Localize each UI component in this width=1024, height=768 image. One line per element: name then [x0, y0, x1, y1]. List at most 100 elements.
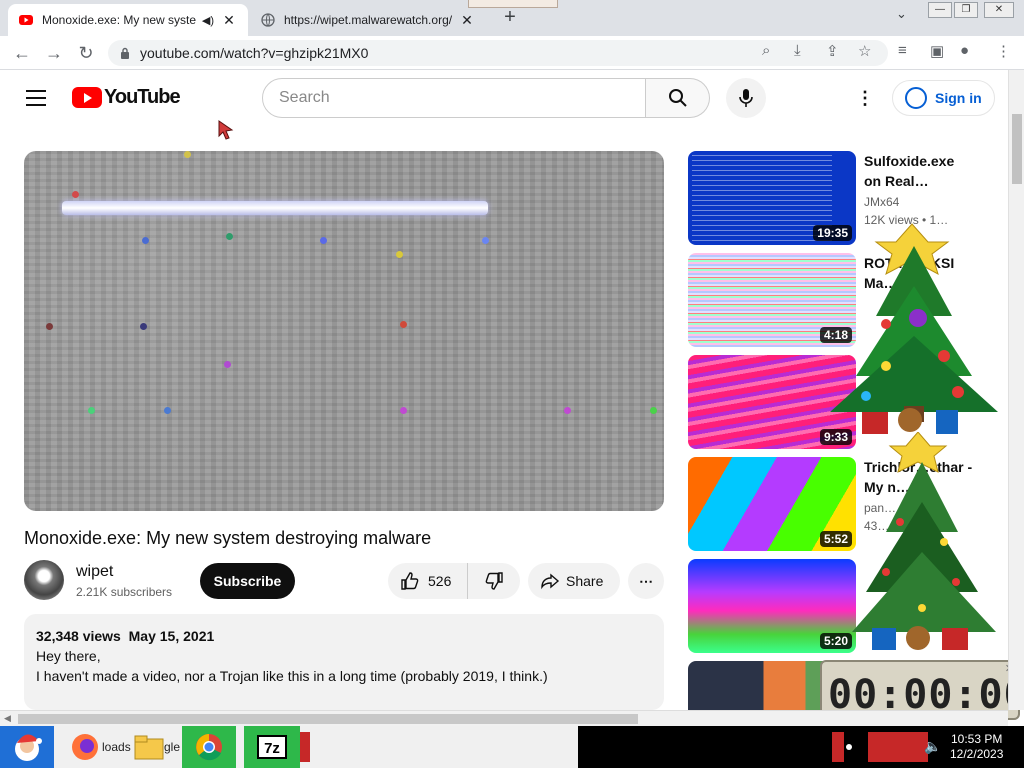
- taskbar-label: gle: [164, 740, 181, 754]
- description-line: I haven't made a video, nor a Trojan lik…: [36, 668, 548, 684]
- glitch-dot: [320, 237, 327, 244]
- description-meta: 32,348 views May 15, 2021: [36, 626, 652, 646]
- voice-search-button[interactable]: [726, 78, 766, 118]
- tab-search-chevron-icon[interactable]: ⌄: [896, 6, 907, 22]
- vertical-scrollbar[interactable]: [1008, 70, 1024, 710]
- share-button[interactable]: Share: [528, 563, 620, 599]
- reload-icon[interactable]: ↻: [74, 41, 98, 65]
- christmas-tree-overlay: [826, 206, 1006, 442]
- glitch-dot: [226, 233, 233, 240]
- mouse-cursor-icon: [218, 120, 234, 140]
- taskbar-firefox[interactable]: loads: [70, 726, 134, 768]
- taskbar-chrome[interactable]: [182, 726, 236, 768]
- search-input[interactable]: Search: [262, 78, 646, 118]
- glitch-dot: [72, 191, 79, 198]
- thumbs-down-icon: [485, 572, 503, 590]
- side-panel-icon[interactable]: ▣: [930, 42, 944, 60]
- browser-tab-strip: Monoxide.exe: My new syste ◀) ✕ https://…: [0, 0, 1024, 36]
- santa-icon: [15, 734, 42, 761]
- close-tab-icon[interactable]: ✕: [458, 12, 476, 29]
- horizontal-scrollbar[interactable]: ◀: [0, 710, 1008, 726]
- start-button[interactable]: [0, 726, 54, 768]
- address-bar[interactable]: youtube.com/watch?v=ghzipk21MX0: [108, 40, 888, 66]
- subscriber-count: 2.21K subscribers: [76, 585, 173, 599]
- minimize-icon[interactable]: —: [928, 2, 952, 18]
- media-control-icon[interactable]: ≡: [898, 42, 907, 59]
- glitch-dot: [400, 321, 407, 328]
- glitch-dot: [224, 361, 231, 368]
- firefox-icon: [72, 734, 98, 760]
- youtube-favicon-icon: [19, 15, 33, 25]
- glitch-dot: [650, 407, 657, 414]
- forward-icon[interactable]: →: [42, 41, 66, 65]
- more-actions-icon[interactable]: ⋯: [628, 563, 664, 599]
- taskbar: loads gle 7z 🔈 10:53 PM 12/2/2023: [0, 726, 1024, 768]
- like-count: 526: [428, 573, 452, 589]
- search-button[interactable]: [646, 78, 710, 118]
- scrollbar-thumb[interactable]: [18, 714, 638, 724]
- microphone-icon: [739, 89, 753, 107]
- taskbar-7zip[interactable]: 7z: [244, 726, 300, 768]
- youtube-play-icon: [72, 87, 102, 108]
- tab-title: Monoxide.exe: My new syste: [42, 13, 196, 27]
- back-icon[interactable]: ←: [10, 41, 34, 65]
- like-button[interactable]: 526: [388, 563, 468, 599]
- bookmark-star-icon[interactable]: ☆: [858, 42, 871, 60]
- scroll-left-icon[interactable]: ◀: [4, 713, 11, 724]
- close-tab-icon[interactable]: ✕: [220, 12, 238, 29]
- channel-avatar[interactable]: [24, 560, 64, 600]
- tray-marker: [832, 732, 844, 762]
- youtube-logo[interactable]: YouTube: [72, 86, 181, 109]
- channel-name[interactable]: wipet: [76, 563, 113, 581]
- subscribe-button[interactable]: Subscribe: [200, 563, 295, 599]
- video-title: Monoxide.exe: My new system destroying m…: [24, 528, 432, 548]
- 7zip-icon: 7z: [257, 735, 287, 759]
- like-dislike-group: 526: [388, 563, 520, 599]
- profile-icon[interactable]: ●: [960, 42, 969, 59]
- youtube-masthead: YouTube Search ⋮ Sign in: [0, 70, 1008, 128]
- tab-title: https://wipet.malwarewatch.org/: [284, 13, 453, 27]
- lock-icon: [121, 47, 129, 59]
- related-title[interactable]: Sulfoxide.exe on Real…: [864, 151, 974, 191]
- tab-youtube[interactable]: Monoxide.exe: My new syste ◀) ✕: [8, 4, 248, 36]
- hamburger-menu-icon[interactable]: [26, 90, 46, 111]
- new-tab-icon[interactable]: +: [498, 6, 522, 29]
- view-count: 32,348 views: [36, 628, 121, 644]
- video-player[interactable]: [24, 151, 664, 511]
- audio-playing-icon[interactable]: ◀): [202, 14, 214, 27]
- browser-menu-icon[interactable]: ⋮: [996, 42, 1011, 60]
- scrollbar-thumb[interactable]: [1012, 114, 1022, 184]
- description-line: Hey there,: [36, 648, 101, 664]
- search-icon: [668, 89, 687, 107]
- sign-in-label: Sign in: [935, 90, 982, 106]
- youtube-wordmark: YouTube: [104, 86, 181, 108]
- taskbar-clock[interactable]: 10:53 PM 12/2/2023: [950, 732, 1003, 762]
- url-text: youtube.com/watch?v=ghzipk21MX0: [140, 45, 369, 61]
- dislike-button[interactable]: [468, 571, 520, 591]
- taskbar-explorer[interactable]: gle: [134, 726, 182, 768]
- thumbs-up-icon: [401, 572, 419, 590]
- chrome-icon: [196, 734, 222, 761]
- taskbar-marker: [300, 732, 310, 762]
- close-window-icon[interactable]: ✕: [984, 2, 1014, 18]
- video-thumbnail[interactable]: 5:20: [688, 559, 856, 653]
- settings-kebab-icon[interactable]: ⋮: [856, 88, 874, 109]
- restore-icon[interactable]: ❐: [954, 2, 978, 18]
- sign-in-button[interactable]: Sign in: [892, 80, 995, 116]
- tray-icons[interactable]: [868, 732, 928, 762]
- tab-malwarewatch[interactable]: https://wipet.malwarewatch.org/ ✕: [250, 4, 486, 36]
- zoom-icon[interactable]: ⌕: [762, 42, 770, 59]
- tray-dot: [846, 744, 852, 750]
- video-thumbnail[interactable]: 5:52: [688, 457, 856, 551]
- description-box[interactable]: 32,348 views May 15, 2021 Hey there, I h…: [24, 614, 664, 710]
- search-placeholder: Search: [279, 89, 330, 106]
- glitch-dot: [164, 407, 171, 414]
- volume-icon[interactable]: 🔈: [924, 738, 941, 755]
- install-icon[interactable]: ⤓: [794, 42, 801, 59]
- share-page-icon[interactable]: ⇪: [826, 42, 839, 60]
- glitch-dot: [400, 407, 407, 414]
- upload-date: May 15, 2021: [128, 628, 215, 644]
- glitch-dot: [46, 323, 53, 330]
- glitch-dot: [140, 323, 147, 330]
- glitch-dot: [564, 407, 571, 414]
